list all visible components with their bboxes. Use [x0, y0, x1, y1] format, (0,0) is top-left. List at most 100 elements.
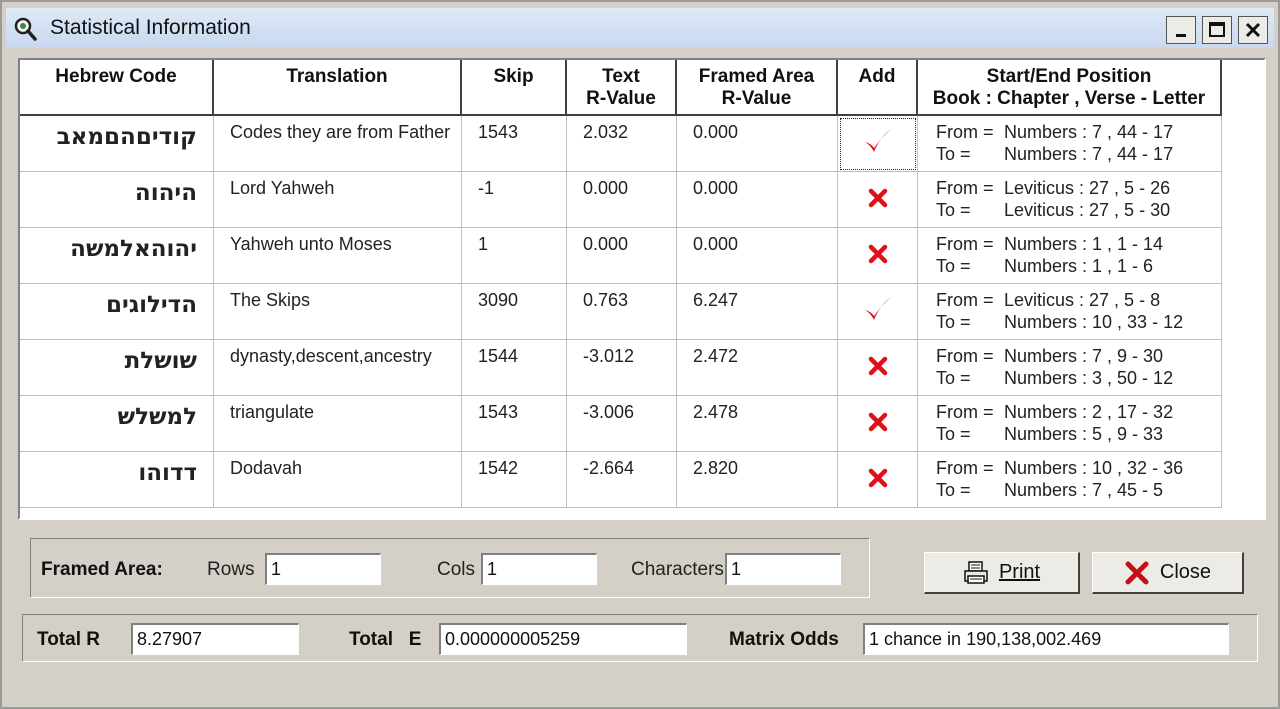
- framed-r-value: 2.820: [693, 458, 739, 478]
- skip-cell[interactable]: 3090: [462, 284, 567, 340]
- hebrew-cell[interactable]: שושלת: [20, 340, 214, 396]
- framed-r-cell[interactable]: 2.820: [677, 452, 838, 508]
- framed-r-cell[interactable]: 2.472: [677, 340, 838, 396]
- text-r-value: 0.000: [583, 234, 629, 254]
- hebrew-cell[interactable]: יהוהאלמשה: [20, 228, 214, 284]
- hebrew-cell[interactable]: למשלש: [20, 396, 214, 452]
- translation-cell[interactable]: triangulate: [214, 396, 462, 452]
- from-value: Leviticus : 27 , 5 - 26: [1004, 178, 1171, 198]
- skip-cell[interactable]: -1: [462, 172, 567, 228]
- add-cell[interactable]: [838, 116, 918, 172]
- text-r-cell[interactable]: -2.664: [567, 452, 677, 508]
- print-button[interactable]: Print: [924, 552, 1080, 594]
- position-cell[interactable]: From = Numbers : 7 , 44 - 17 To = Numbers :…: [918, 116, 1222, 172]
- framed-r-cell[interactable]: 6.247: [677, 284, 838, 340]
- add-cell[interactable]: [838, 396, 918, 452]
- add-cell[interactable]: [838, 340, 918, 396]
- translation-value: Yahweh unto Moses: [230, 234, 392, 254]
- add-cell[interactable]: [838, 228, 918, 284]
- position-cell[interactable]: From = Numbers : 10 , 32 - 36 To = Numbers …: [918, 452, 1222, 508]
- from-label: From =: [936, 178, 994, 198]
- hebrew-value: דדוהו: [138, 460, 197, 486]
- translation-cell[interactable]: Yahweh unto Moses: [214, 228, 462, 284]
- framed-r-value: 2.472: [693, 346, 739, 366]
- position-cell[interactable]: From = Numbers : 7 , 9 - 30 To = Numbers : …: [918, 340, 1222, 396]
- to-value: Numbers : 10 , 33 - 12: [1004, 312, 1184, 332]
- hebrew-cell[interactable]: היהוה: [20, 172, 214, 228]
- close-button[interactable]: Close: [1092, 552, 1244, 594]
- position-cell[interactable]: From = Leviticus : 27 , 5 - 8 To = Numbers …: [918, 284, 1222, 340]
- to-line: To = Numbers : 3 , 50 - 12: [936, 368, 1173, 389]
- skip-cell[interactable]: 1542: [462, 452, 567, 508]
- window-close-button[interactable]: [1238, 16, 1268, 44]
- print-button-label: Print: [998, 561, 1041, 583]
- text-r-value: -2.664: [583, 458, 635, 478]
- text-r-cell[interactable]: 0.000: [567, 228, 677, 284]
- to-line: To = Numbers : 1 , 1 - 6: [936, 256, 1153, 277]
- text-r-value: 2.032: [583, 122, 629, 142]
- from-value: Numbers : 1 , 1 - 14: [1004, 234, 1164, 254]
- add-cell[interactable]: [838, 452, 918, 508]
- add-cell[interactable]: [838, 172, 918, 228]
- header-position-label: Start/End Position: [986, 66, 1152, 87]
- to-value: Numbers : 5 , 9 - 33: [1004, 424, 1164, 444]
- hebrew-cell[interactable]: קודיםהםמאב: [20, 116, 214, 172]
- translation-cell[interactable]: Lord Yahweh: [214, 172, 462, 228]
- translation-cell[interactable]: Dodavah: [214, 452, 462, 508]
- maximize-button[interactable]: [1202, 16, 1232, 44]
- text-r-cell[interactable]: 0.763: [567, 284, 677, 340]
- position-cell[interactable]: From = Leviticus : 27 , 5 - 26 To = Levitic…: [918, 172, 1222, 228]
- to-line: To = Numbers : 7 , 44 - 17: [936, 144, 1173, 165]
- check-icon: [865, 297, 891, 320]
- from-line: From = Numbers : 1 , 1 - 14: [936, 234, 1163, 255]
- header-skip[interactable]: Skip: [462, 60, 567, 116]
- rows-label: Rows: [207, 559, 255, 580]
- translation-value: triangulate: [230, 402, 315, 422]
- translation-cell[interactable]: Codes they are from Father: [214, 116, 462, 172]
- framed-r-cell[interactable]: 0.000: [677, 228, 838, 284]
- cols-field[interactable]: 1: [481, 553, 597, 585]
- hebrew-value: קודיםהםמאב: [56, 124, 197, 150]
- total-e-field[interactable]: 0.000000005259: [439, 623, 687, 655]
- codes-table[interactable]: Hebrew Code Translation Skip Text R-Value…: [18, 58, 1266, 520]
- translation-cell[interactable]: The Skips: [214, 284, 462, 340]
- close-icon: [1245, 22, 1261, 38]
- matrix-odds-field[interactable]: 1 chance in 190,138,002.469: [863, 623, 1229, 655]
- header-position[interactable]: Start/End Position Book : Chapter , Verse…: [918, 60, 1222, 116]
- header-framed-rvalue-label: R-Value: [721, 88, 792, 109]
- position-cell[interactable]: From = Numbers : 1 , 1 - 14 To = Numbers : …: [918, 228, 1222, 284]
- hebrew-cell[interactable]: הדילוגים: [20, 284, 214, 340]
- minimize-icon: [1176, 34, 1186, 37]
- rows-field[interactable]: 1: [265, 553, 381, 585]
- minimize-button[interactable]: [1166, 16, 1196, 44]
- skip-value: 3090: [478, 290, 519, 310]
- cols-label: Cols: [437, 559, 476, 580]
- position-cell[interactable]: From = Numbers : 2 , 17 - 32 To = Numbers :…: [918, 396, 1222, 452]
- framed-area-group: Framed Area: Rows 1 Cols 1 Characters 1: [30, 538, 870, 598]
- matrix-odds-label: Matrix Odds: [729, 629, 839, 650]
- framed-r-cell[interactable]: 0.000: [677, 172, 838, 228]
- skip-cell[interactable]: 1: [462, 228, 567, 284]
- text-r-cell[interactable]: -3.006: [567, 396, 677, 452]
- text-r-cell[interactable]: 0.000: [567, 172, 677, 228]
- header-add-label: Add: [858, 66, 896, 87]
- skip-cell[interactable]: 1543: [462, 396, 567, 452]
- hebrew-cell[interactable]: דדוהו: [20, 452, 214, 508]
- skip-cell[interactable]: 1544: [462, 340, 567, 396]
- header-add[interactable]: Add: [838, 60, 918, 116]
- header-text-r-value[interactable]: Text R-Value: [567, 60, 677, 116]
- translation-cell[interactable]: dynasty,descent,ancestry: [214, 340, 462, 396]
- skip-cell[interactable]: 1543: [462, 116, 567, 172]
- title-bar[interactable]: Statistical Information: [6, 8, 1274, 48]
- text-r-cell[interactable]: 2.032: [567, 116, 677, 172]
- total-r-field[interactable]: 8.27907: [131, 623, 299, 655]
- text-r-cell[interactable]: -3.012: [567, 340, 677, 396]
- framed-r-cell[interactable]: 2.478: [677, 396, 838, 452]
- header-hebrew-code[interactable]: Hebrew Code: [20, 60, 214, 116]
- header-framed-area-r-value[interactable]: Framed Area R-Value: [677, 60, 838, 116]
- framed-r-cell[interactable]: 0.000: [677, 116, 838, 172]
- skip-value: 1543: [478, 402, 519, 422]
- characters-field[interactable]: 1: [725, 553, 841, 585]
- add-cell[interactable]: [838, 284, 918, 340]
- header-translation[interactable]: Translation: [214, 60, 462, 116]
